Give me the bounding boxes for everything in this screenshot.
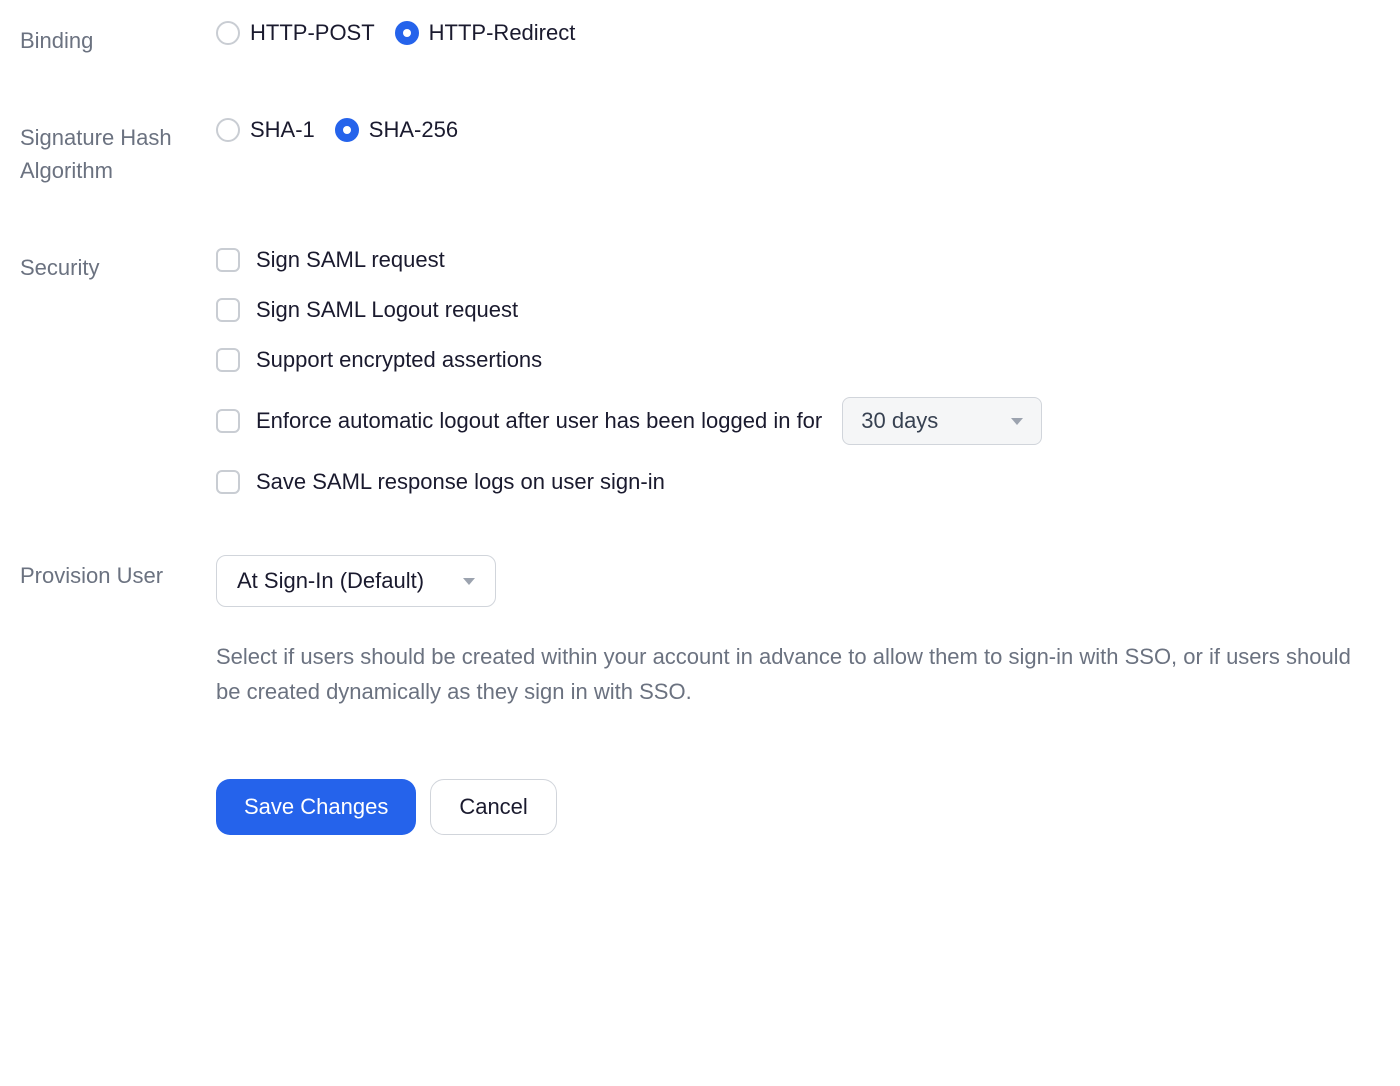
radio-icon xyxy=(216,21,240,45)
save-button[interactable]: Save Changes xyxy=(216,779,416,835)
radio-icon xyxy=(216,118,240,142)
security-encrypted-label: Support encrypted assertions xyxy=(256,347,542,373)
provision-user-value: At Sign-In (Default) xyxy=(237,568,424,594)
chevron-down-icon xyxy=(463,578,475,585)
binding-row: Binding HTTP-POST HTTP-Redirect xyxy=(20,20,1380,57)
checkbox-icon[interactable] xyxy=(216,348,240,372)
security-row: Security Sign SAML request Sign SAML Log… xyxy=(20,247,1380,495)
binding-radio-group: HTTP-POST HTTP-Redirect xyxy=(216,20,1380,46)
signature-radio-group: SHA-1 SHA-256 xyxy=(216,117,1380,143)
binding-http-post-label: HTTP-POST xyxy=(250,20,375,46)
signature-sha1-label: SHA-1 xyxy=(250,117,315,143)
security-sign-logout-item: Sign SAML Logout request xyxy=(216,297,1380,323)
security-sign-request-label: Sign SAML request xyxy=(256,247,445,273)
signature-sha256-option[interactable]: SHA-256 xyxy=(335,117,458,143)
security-label: Security xyxy=(20,247,216,284)
binding-http-redirect-option[interactable]: HTTP-Redirect xyxy=(395,20,576,46)
provision-user-select[interactable]: At Sign-In (Default) xyxy=(216,555,496,607)
signature-sha1-option[interactable]: SHA-1 xyxy=(216,117,315,143)
signature-sha256-label: SHA-256 xyxy=(369,117,458,143)
checkbox-icon[interactable] xyxy=(216,409,240,433)
chevron-down-icon xyxy=(1011,418,1023,425)
security-sign-request-item: Sign SAML request xyxy=(216,247,1380,273)
logout-duration-select[interactable]: 30 days xyxy=(842,397,1042,445)
binding-label: Binding xyxy=(20,20,216,57)
radio-icon xyxy=(335,118,359,142)
provision-label: Provision User xyxy=(20,555,216,592)
security-checkbox-list: Sign SAML request Sign SAML Logout reque… xyxy=(216,247,1380,495)
radio-icon xyxy=(395,21,419,45)
security-enforce-logout-item: Enforce automatic logout after user has … xyxy=(216,397,1380,445)
checkbox-icon[interactable] xyxy=(216,298,240,322)
checkbox-icon[interactable] xyxy=(216,470,240,494)
checkbox-icon[interactable] xyxy=(216,248,240,272)
security-enforce-logout-label: Enforce automatic logout after user has … xyxy=(256,408,822,434)
security-save-logs-item: Save SAML response logs on user sign-in xyxy=(216,469,1380,495)
provision-help-text: Select if users should be created within… xyxy=(216,639,1380,709)
binding-http-redirect-label: HTTP-Redirect xyxy=(429,20,576,46)
security-encrypted-item: Support encrypted assertions xyxy=(216,347,1380,373)
cancel-button[interactable]: Cancel xyxy=(430,779,556,835)
button-row: Save Changes Cancel xyxy=(216,779,1380,835)
security-sign-logout-label: Sign SAML Logout request xyxy=(256,297,518,323)
binding-http-post-option[interactable]: HTTP-POST xyxy=(216,20,375,46)
signature-label: Signature Hash Algorithm xyxy=(20,117,216,187)
provision-row: Provision User At Sign-In (Default) Sele… xyxy=(20,555,1380,835)
security-save-logs-label: Save SAML response logs on user sign-in xyxy=(256,469,665,495)
logout-duration-value: 30 days xyxy=(861,408,938,434)
signature-row: Signature Hash Algorithm SHA-1 SHA-256 xyxy=(20,117,1380,187)
